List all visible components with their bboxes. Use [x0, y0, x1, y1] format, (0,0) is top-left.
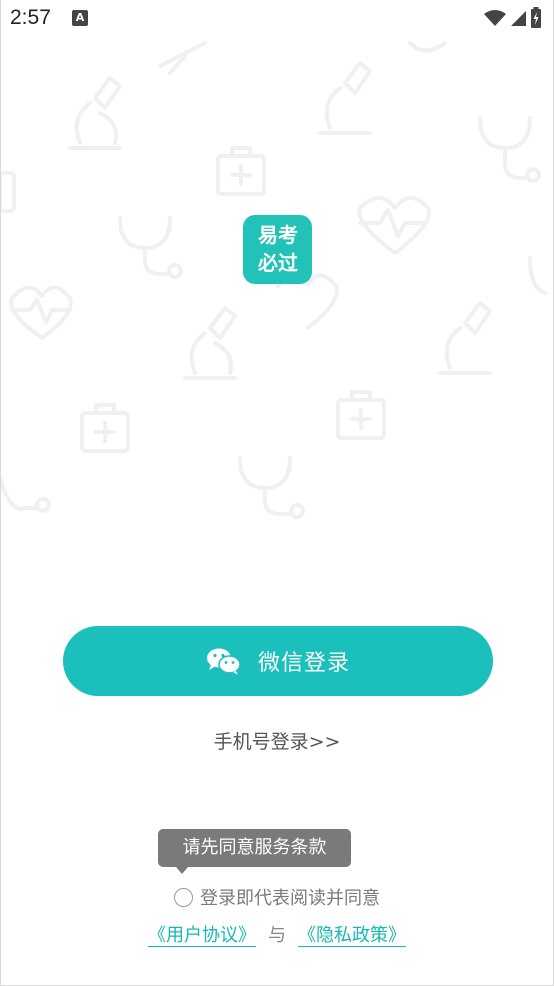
stethoscope-icon — [408, 41, 447, 53]
agree-checkbox[interactable] — [174, 887, 193, 907]
app-logo: 易考 必过 — [243, 215, 312, 284]
wifi-icon — [484, 10, 506, 26]
wechat-login-label: 微信登录 — [257, 651, 350, 676]
battery-icon — [531, 7, 541, 28]
status-icons — [484, 7, 542, 29]
microscope-icon — [318, 61, 372, 135]
privacy-policy-link[interactable]: 《隐私政策》 — [298, 921, 406, 947]
signal-icon — [511, 11, 526, 26]
user-agreement-link[interactable]: 《用户协议》 — [148, 921, 256, 947]
first-aid-kit-icon — [336, 390, 386, 440]
tooltip-arrow — [176, 867, 188, 874]
first-aid-kit-icon — [0, 171, 16, 213]
heart-pulse-icon — [357, 196, 432, 255]
stethoscope-icon — [0, 476, 51, 513]
stethoscope-icon — [118, 216, 183, 279]
agreement-row: 登录即代表阅读并同意 — [0, 884, 554, 910]
first-aid-kit-icon — [216, 146, 266, 196]
wechat-icon — [206, 648, 241, 675]
app-logo-line1: 易考 — [258, 223, 298, 247]
medical-background-pattern — [0, 41, 547, 519]
microscope-icon — [68, 76, 122, 150]
microscope-icon — [438, 301, 492, 375]
status-time: 2:57 — [10, 6, 51, 29]
stethoscope-icon — [478, 116, 541, 183]
phone-login-link[interactable]: 手机号登录>> — [0, 727, 554, 754]
policy-links-row: 《用户协议》 与 《隐私政策》 — [0, 921, 554, 947]
microscope-icon — [183, 306, 237, 380]
wechat-login-button[interactable]: 微信登录 — [63, 626, 493, 696]
heart-pulse-icon — [9, 285, 73, 340]
terms-tooltip: 请先同意服务条款 — [158, 829, 351, 867]
microscope-icon — [158, 41, 207, 75]
notification-icon: A — [72, 10, 88, 26]
stethoscope-icon — [528, 256, 547, 295]
app-logo-text: 易考 必过 — [251, 221, 305, 277]
policy-separator: 与 — [268, 925, 286, 946]
agreement-text: 登录即代表阅读并同意 — [200, 888, 380, 909]
status-bar: 2:57 A — [0, 0, 554, 38]
first-aid-kit-icon — [80, 403, 130, 453]
app-logo-line2: 必过 — [258, 251, 298, 275]
stethoscope-icon — [238, 456, 305, 519]
